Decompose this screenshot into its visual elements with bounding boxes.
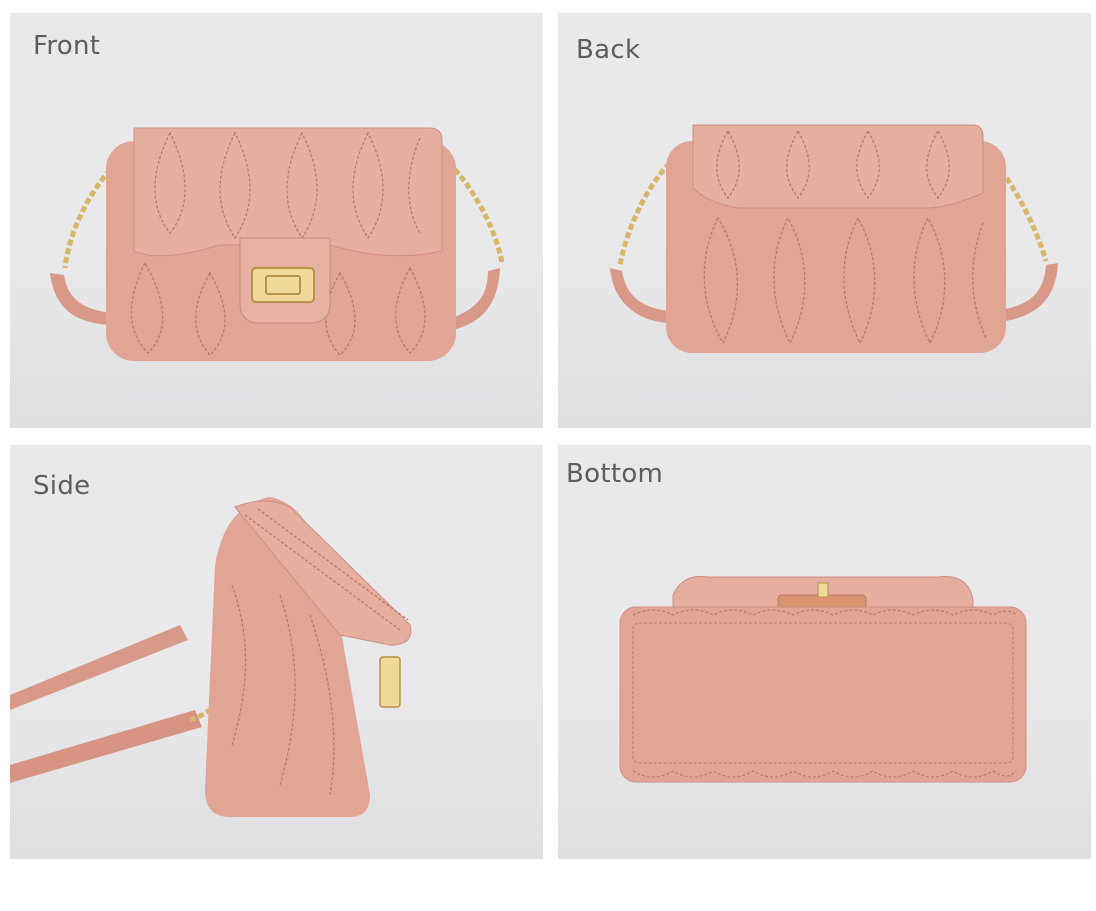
side-bag-image xyxy=(10,497,412,817)
front-bag-image xyxy=(50,127,505,361)
bottom-view-panel: Bottom xyxy=(558,445,1091,859)
left-strap xyxy=(610,268,668,323)
bag-flap xyxy=(133,127,443,257)
bottom-bag-image xyxy=(619,575,1027,783)
left-strap xyxy=(50,273,110,325)
lower-strap xyxy=(10,710,202,783)
bag-bottom-body xyxy=(619,606,1027,783)
right-strap xyxy=(450,268,500,331)
right-strap xyxy=(1006,263,1058,321)
turn-lock-clasp xyxy=(379,656,401,708)
turn-lock-clasp xyxy=(817,582,829,598)
back-bag-image xyxy=(610,124,1058,353)
front-view-panel: Front xyxy=(10,13,543,428)
side-view-panel: Side xyxy=(10,445,543,859)
back-view-panel: Back xyxy=(558,13,1091,428)
bag-flap xyxy=(692,124,984,209)
upper-strap xyxy=(10,625,188,710)
turn-lock-clasp xyxy=(251,267,315,303)
